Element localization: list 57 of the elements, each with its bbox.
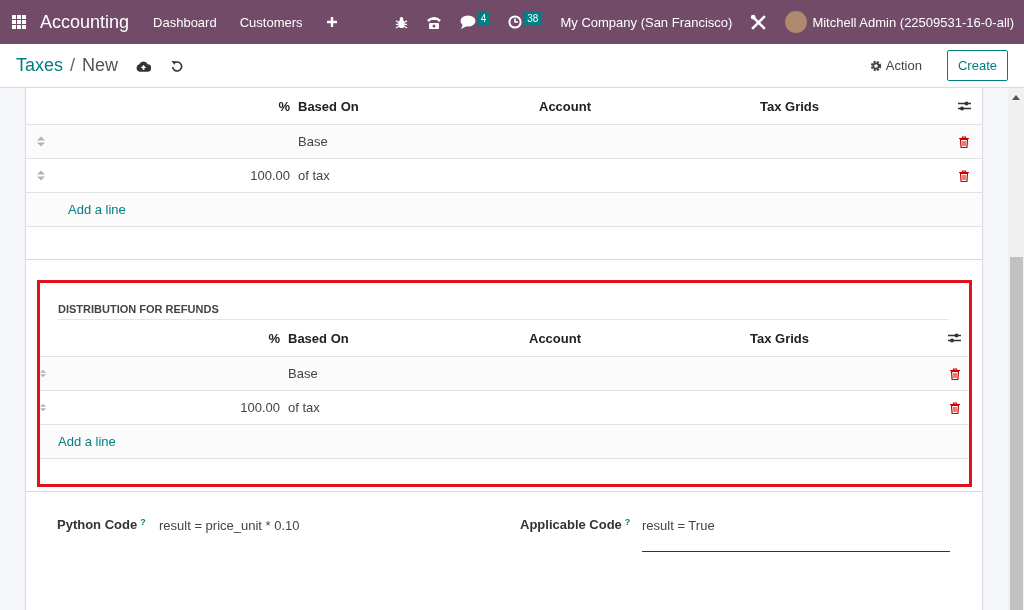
drag-handle-icon[interactable]: [40, 402, 46, 413]
column-header: Based On: [288, 330, 350, 346]
menu-item[interactable]: Dashboard: [153, 14, 217, 30]
column-settings-icon[interactable]: [957, 100, 971, 112]
column-header: %: [267, 330, 281, 346]
add-line-link[interactable]: Add a line: [68, 202, 126, 217]
bug-icon[interactable]: [394, 15, 408, 29]
drag-handle-icon[interactable]: [37, 136, 45, 147]
breadcrumb-separator: /: [70, 55, 76, 76]
section-title: DISTRIBUTION FOR REFUNDS: [58, 303, 949, 320]
scrollbar[interactable]: [1008, 88, 1024, 610]
column-header: Tax Grids: [760, 98, 820, 114]
column-header: Account: [539, 98, 592, 114]
clock-icon[interactable]: [508, 15, 523, 29]
field-label: Applicable Code: [520, 517, 622, 532]
table-cell-text: of tax: [288, 400, 321, 415]
phone-icon[interactable]: [425, 14, 442, 30]
activity-count-badge: 38: [523, 11, 543, 25]
column-header: %: [277, 98, 291, 114]
trash-icon[interactable]: [949, 401, 960, 414]
column-header: Tax Grids: [750, 330, 810, 346]
user-menu[interactable]: Mitchell Admin (22509531-16-0-all): [812, 14, 1014, 30]
column-header: Account: [529, 330, 582, 346]
code-input[interactable]: result = True: [642, 518, 950, 552]
field-label: Python Code: [57, 517, 138, 532]
help-tooltip[interactable]: ?: [140, 517, 146, 527]
gear-icon: [869, 59, 882, 72]
chat-icon[interactable]: [459, 15, 476, 29]
message-count-badge: 4: [476, 11, 491, 25]
table-cell-text: 100.00: [249, 168, 291, 183]
scroll-up-icon[interactable]: [1012, 95, 1020, 100]
undo-icon[interactable]: [171, 59, 184, 72]
trash-icon[interactable]: [959, 169, 969, 182]
drag-handle-icon[interactable]: [37, 170, 45, 181]
create-button[interactable]: Create: [946, 50, 1008, 81]
code-input[interactable]: result = price_unit * 0.10: [159, 518, 520, 551]
table-cell-text: Base: [298, 134, 329, 149]
breadcrumb-current: New: [82, 55, 119, 76]
table-cell-text: Base: [288, 366, 319, 381]
menu-item[interactable]: Customers: [239, 14, 303, 30]
column-settings-icon[interactable]: [948, 332, 961, 344]
cloud-upload-icon[interactable]: [136, 59, 152, 72]
breadcrumb-link[interactable]: Taxes: [16, 55, 64, 76]
tools-icon[interactable]: [750, 13, 768, 31]
plus-icon[interactable]: [325, 16, 338, 28]
trash-icon[interactable]: [959, 135, 969, 148]
help-tooltip[interactable]: ?: [624, 517, 631, 527]
apps-menu-icon[interactable]: [12, 15, 26, 29]
action-menu[interactable]: Action: [869, 58, 922, 73]
add-line-link[interactable]: Add a line: [58, 434, 116, 449]
company-switcher[interactable]: My Company (San Francisco): [560, 14, 733, 30]
table-cell-text: 100.00: [239, 400, 281, 415]
drag-handle-icon[interactable]: [40, 368, 46, 379]
column-header: Based On: [298, 98, 360, 114]
trash-icon[interactable]: [949, 367, 960, 380]
app-name[interactable]: Accounting: [40, 11, 130, 33]
table-cell-text: of tax: [298, 168, 331, 183]
